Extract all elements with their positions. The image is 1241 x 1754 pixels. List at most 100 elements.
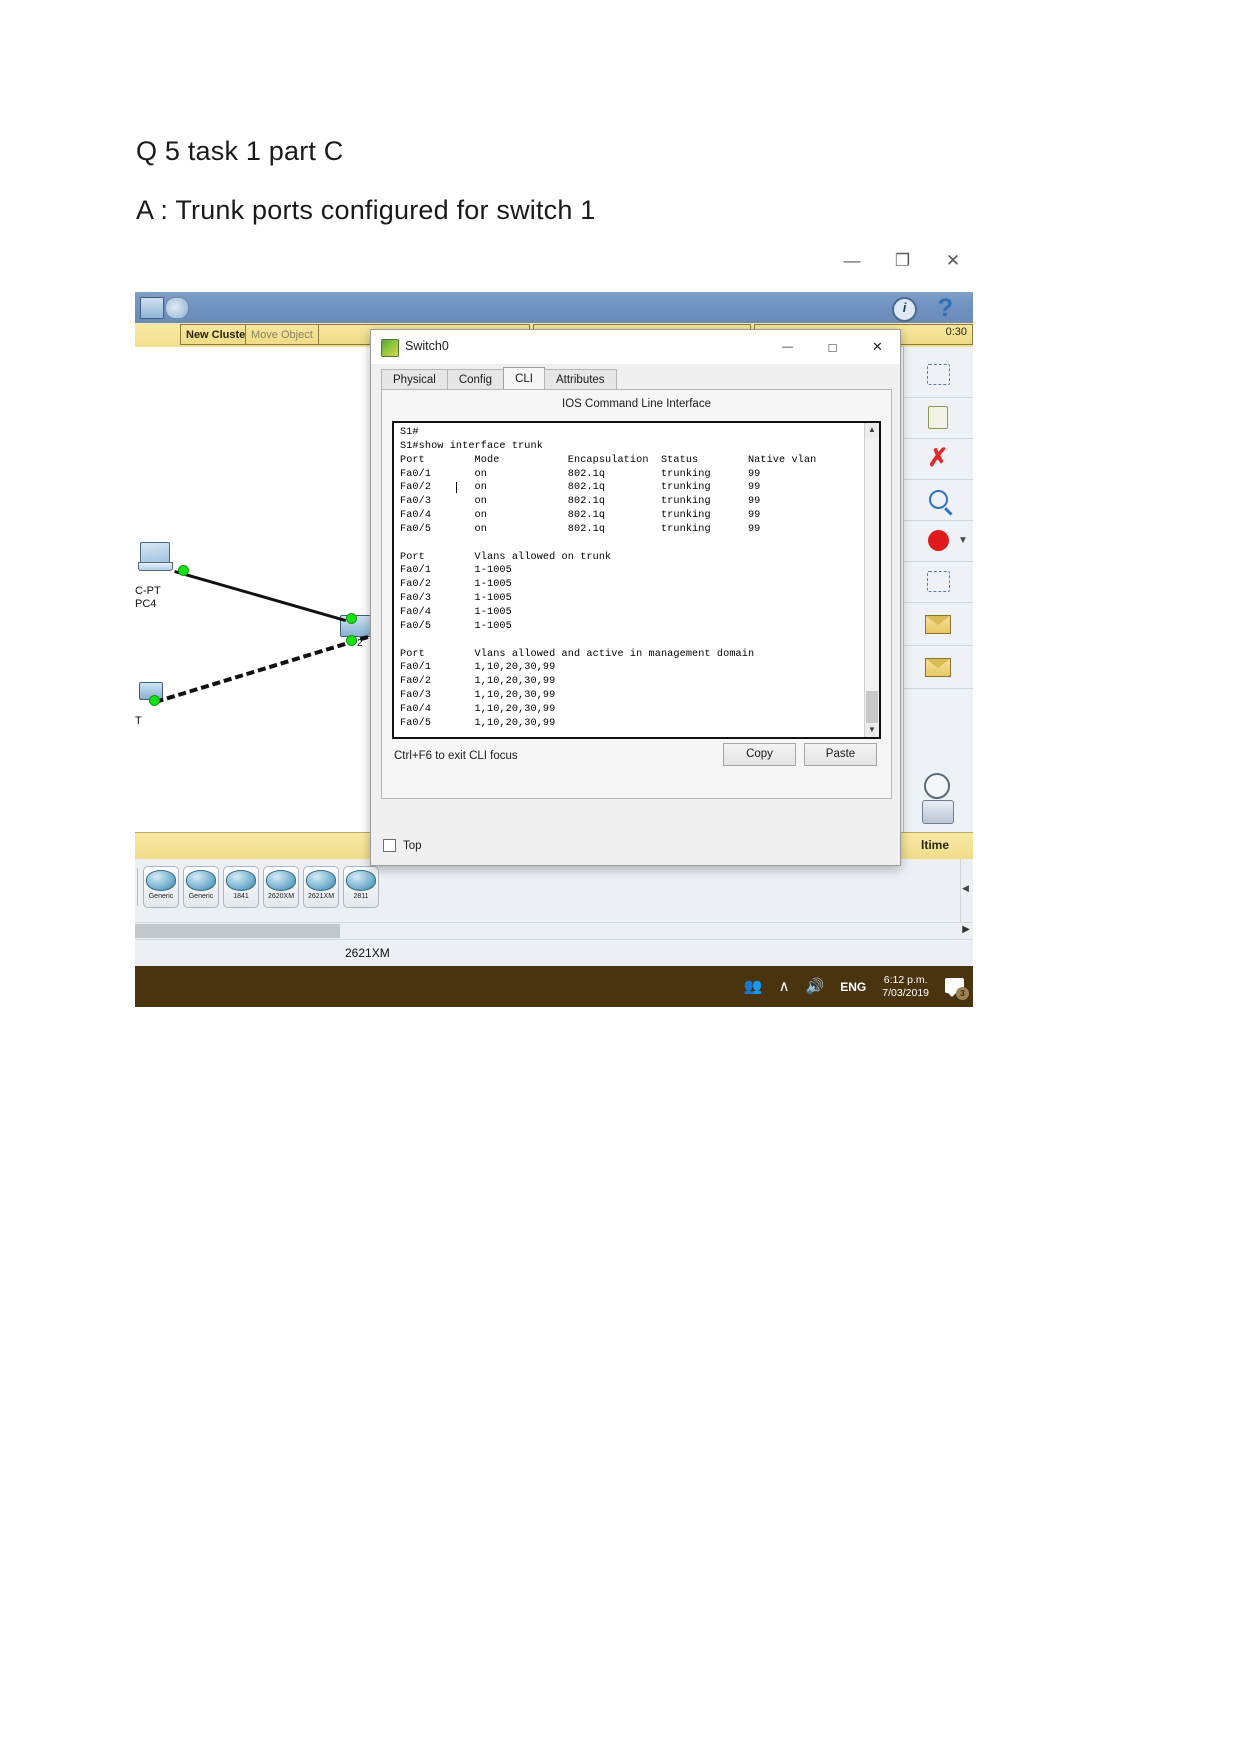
clock-time: 6:12 p.m. (883, 973, 928, 986)
volume-icon[interactable]: 🔊 (806, 979, 825, 994)
topology-link-solid[interactable] (174, 570, 347, 622)
cli-console[interactable]: S1# S1#show interface trunk Port Mode En… (392, 421, 881, 739)
dashed-rectangle-icon[interactable] (914, 564, 962, 598)
os-minimize-button[interactable]: — (830, 252, 874, 269)
switch0-dialog[interactable]: Switch0 Physical Config CLI Attributes I… (370, 329, 901, 866)
dialog-title: Switch0 (405, 339, 449, 353)
resize-shape-icon[interactable] (914, 523, 962, 557)
device-item[interactable]: 2621XM (303, 866, 339, 908)
topology-device-label: T (135, 715, 142, 727)
windows-taskbar: 👥 ∧ 🔊 ENG 6:12 p.m. 7/03/2019 3 (135, 966, 973, 1007)
cli-heading: IOS Command Line Interface (562, 398, 711, 410)
dialog-body: IOS Command Line Interface S1# S1#show i… (381, 389, 892, 799)
cli-scrollbar-thumb[interactable] (866, 691, 878, 727)
language-indicator[interactable]: ENG (840, 981, 866, 993)
chevron-left-icon: ◀ (962, 883, 969, 893)
page-title: Q 5 task 1 part C (136, 136, 344, 166)
simulation-clock: 0:30 (945, 326, 967, 338)
link-status-dot (178, 565, 189, 576)
device-item[interactable]: Generic (183, 866, 219, 908)
dialog-minimize-button[interactable] (765, 330, 810, 364)
select-box-icon[interactable] (914, 357, 962, 391)
device-label: Generic (188, 893, 214, 900)
router-icon (226, 870, 256, 891)
device-label: 2811 (353, 893, 369, 900)
note-icon[interactable] (914, 400, 962, 434)
clock-date: 7/03/2019 (882, 986, 929, 999)
clock-icon[interactable] (913, 769, 961, 803)
info-icon[interactable]: i (892, 297, 917, 322)
dialog-close-button[interactable] (855, 330, 900, 364)
add-complex-pdu-icon[interactable] (914, 650, 962, 684)
inspect-magnifier-icon[interactable] (914, 482, 962, 516)
pc-base-icon (138, 562, 173, 571)
help-question-icon[interactable]: ? (938, 294, 953, 323)
device-item[interactable]: 2811 (343, 866, 379, 908)
router-icon (306, 870, 336, 891)
tab-cli[interactable]: CLI (503, 367, 545, 390)
link-status-dot (346, 613, 357, 624)
dialog-maximize-button[interactable] (810, 330, 855, 364)
paste-button[interactable]: Paste (804, 743, 877, 766)
link-status-dot (149, 695, 160, 706)
topology-pc-node[interactable] (138, 542, 173, 572)
tab-config[interactable]: Config (446, 369, 505, 390)
pc-label-line-1: C-PT (135, 585, 161, 597)
pt-toolbar: i ? (135, 292, 973, 323)
router-icon (346, 870, 376, 891)
add-simple-pdu-icon[interactable] (914, 607, 962, 641)
notification-count: 3 (956, 986, 969, 1000)
cli-scrollbar[interactable]: ▲ ▼ (864, 423, 879, 737)
action-center-icon[interactable]: 3 (945, 976, 969, 1000)
pc-label-line-2: PC4 (135, 598, 157, 610)
top-checkbox-label: Top (403, 839, 422, 852)
pt-device-strip: Generic Generic 1841 2620XM 2621XM 2811 (135, 859, 973, 923)
device-label: 2621XM (307, 893, 335, 900)
router-icon (186, 870, 216, 891)
page-subtitle: A : Trunk ports configured for switch 1 (136, 195, 596, 225)
scrollbar-thumb[interactable] (135, 924, 340, 938)
cloud-device-icon[interactable] (165, 297, 189, 319)
os-window-controls: — ❐ ✕ (830, 244, 975, 276)
horizontal-scrollbar[interactable]: ▶ (135, 922, 973, 940)
os-close-button[interactable]: ✕ (931, 252, 975, 269)
pt-status-strip: 2621XM (135, 939, 973, 967)
pc-device-icon[interactable] (140, 297, 164, 319)
device-item[interactable]: Generic (143, 866, 179, 908)
cli-output-text: S1# S1#show interface trunk Port Mode En… (400, 427, 817, 729)
router-icon (146, 870, 176, 891)
device-label: 2620XM (267, 893, 295, 900)
cli-hint-text: Ctrl+F6 to exit CLI focus (394, 750, 518, 762)
router-icon (266, 870, 296, 891)
link-status-dot (346, 635, 357, 646)
system-tray: 👥 ∧ 🔊 ENG 6:12 p.m. 7/03/2019 3 (744, 966, 969, 1007)
scroll-up-icon[interactable]: ▲ (865, 423, 879, 437)
dialog-tabs: Physical Config CLI Attributes (381, 367, 617, 390)
realtime-mode-label: ltime (920, 838, 949, 852)
move-object-button[interactable]: Move Object (245, 324, 319, 345)
top-checkbox-row[interactable]: Top (383, 839, 422, 852)
device-item[interactable]: 2620XM (263, 866, 299, 908)
topology-pc-label: C-PT PC4 (135, 585, 161, 611)
dialog-window-buttons (765, 330, 900, 364)
copy-button[interactable]: Copy (723, 743, 796, 766)
chevron-down-icon[interactable]: ▼ (956, 523, 970, 557)
packet-tracer-screenshot: i ? New Cluster Move Object 0:30 C-PT PC… (135, 292, 973, 1007)
strip-divider (137, 868, 138, 906)
device-item[interactable]: 1841 (223, 866, 259, 908)
device-label: Generic (148, 893, 174, 900)
tab-physical[interactable]: Physical (381, 369, 448, 390)
device-label: 1841 (233, 893, 249, 900)
os-restore-button[interactable]: ❐ (881, 252, 925, 269)
tab-attributes[interactable]: Attributes (543, 369, 617, 390)
delete-x-icon[interactable]: ✗ (914, 441, 962, 475)
chevron-up-icon[interactable]: ∧ (779, 979, 790, 994)
dialog-titlebar[interactable]: Switch0 (371, 330, 900, 364)
scroll-down-icon[interactable]: ▼ (865, 723, 879, 737)
device-strip-scroll[interactable]: ◀ (960, 859, 973, 922)
top-checkbox[interactable] (383, 839, 396, 852)
chevron-right-icon[interactable]: ▶ (962, 924, 970, 935)
clock-datetime[interactable]: 6:12 p.m. 7/03/2019 (882, 974, 929, 1000)
topology-link-dashed[interactable] (155, 635, 369, 704)
people-icon[interactable]: 👥 (744, 979, 763, 994)
